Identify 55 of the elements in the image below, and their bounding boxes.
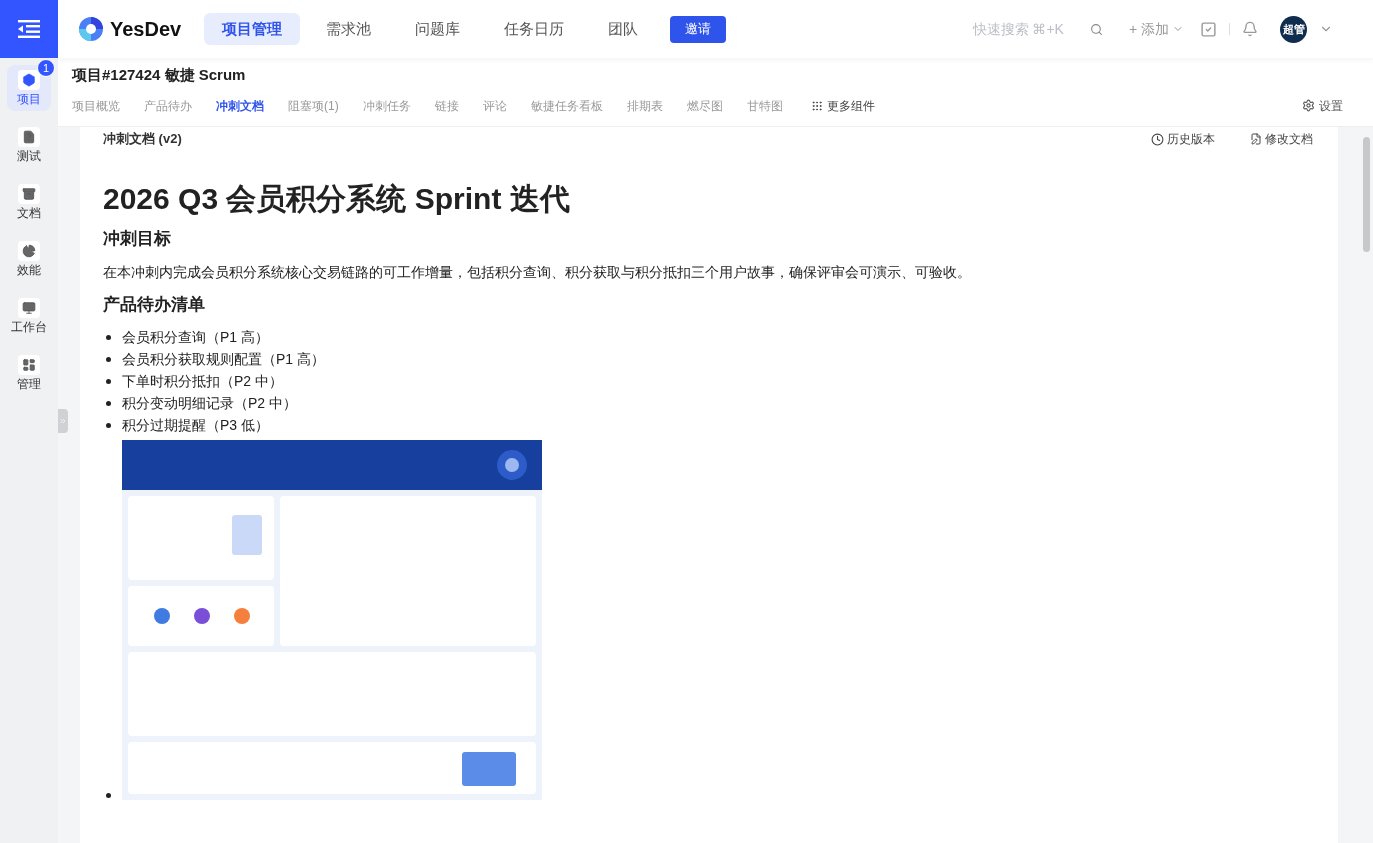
sidebar-icon bbox=[22, 72, 36, 87]
notification-icon[interactable] bbox=[1242, 21, 1258, 37]
bullet-icon bbox=[106, 378, 111, 384]
project-title: 项目#127424 敏捷 Scrum bbox=[72, 65, 247, 85]
section-heading: 产品待办清单 bbox=[103, 294, 206, 316]
nav-tab[interactable]: 团队 bbox=[590, 13, 656, 45]
document-title: 2026 Q3 会员积分系统 Sprint 迭代 bbox=[103, 181, 571, 217]
sidebar-item[interactable]: 工作台 bbox=[7, 293, 51, 339]
bullet-icon bbox=[106, 793, 111, 798]
document-label: 冲刺文档 (v2) bbox=[103, 130, 182, 149]
list-item: 会员积分获取规则配置（P1 高） bbox=[122, 349, 325, 369]
edit-document-button[interactable]: 修改文档 bbox=[1250, 130, 1313, 148]
bullet-icon bbox=[106, 422, 111, 428]
sidebar-icon bbox=[22, 129, 36, 144]
clock-icon bbox=[1151, 132, 1164, 146]
sidebar-item[interactable]: 效能 bbox=[7, 236, 51, 282]
sidebar-item[interactable]: 管理 bbox=[7, 350, 51, 396]
sidebar-item[interactable]: 测试 bbox=[7, 122, 51, 168]
nav-tab[interactable]: 问题库 bbox=[397, 13, 478, 45]
user-avatar[interactable]: 超管 bbox=[1280, 15, 1307, 43]
sidebar-icon bbox=[22, 300, 36, 315]
more-components-button[interactable]: 更多组件 bbox=[810, 96, 875, 115]
checkbox-icon[interactable] bbox=[1200, 20, 1217, 38]
collapse-handle[interactable] bbox=[58, 409, 68, 433]
bullet-icon bbox=[106, 356, 111, 362]
nav-tab[interactable]: 项目管理 bbox=[204, 13, 300, 45]
sidebar-item[interactable]: 文档 bbox=[7, 179, 51, 225]
logo-icon bbox=[78, 16, 104, 42]
sidebar-icon bbox=[22, 243, 36, 258]
list-item: 会员积分查询（P1 高） bbox=[122, 327, 269, 347]
goal-paragraph: 在本冲刺内完成会员积分系统核心交易链路的可工作增量，包括积分查询、积分获取与积分抵扣三个用户故事，确保评审会可演示、可验收。 bbox=[103, 263, 972, 282]
scrollbar-thumb[interactable] bbox=[1363, 137, 1370, 252]
project-tab[interactable]: 冲刺文档 bbox=[216, 96, 264, 115]
invite-button[interactable]: 邀请 bbox=[670, 15, 726, 43]
section-heading: 冲刺目标 bbox=[103, 228, 172, 250]
history-button[interactable]: 历史版本 bbox=[1151, 130, 1215, 148]
list-item: 积分变动明细记录（P2 中） bbox=[122, 393, 297, 413]
settings-button[interactable]: 设置 bbox=[1302, 96, 1343, 115]
sidebar-icon bbox=[22, 357, 36, 372]
list-item: 积分过期提醒（P3 低） bbox=[122, 415, 269, 435]
nav-tab[interactable]: 需求池 bbox=[308, 13, 389, 45]
list-item: 下单时积分抵扣（P2 中） bbox=[122, 371, 283, 391]
bullet-icon bbox=[106, 334, 111, 340]
search-icon[interactable] bbox=[1089, 22, 1103, 36]
edit-icon bbox=[1250, 133, 1262, 145]
settings-icon bbox=[1302, 99, 1315, 112]
grid-icon bbox=[810, 99, 823, 112]
logo-text: YesDev bbox=[110, 17, 182, 42]
sidebar-icon bbox=[22, 186, 36, 201]
bullet-icon bbox=[106, 400, 111, 406]
chevrons-icon bbox=[59, 417, 67, 425]
count-badge: 1 bbox=[37, 59, 55, 77]
nav-tab[interactable]: 任务日历 bbox=[486, 13, 582, 45]
menu-button[interactable] bbox=[0, 0, 58, 58]
menu-icon bbox=[18, 20, 40, 38]
